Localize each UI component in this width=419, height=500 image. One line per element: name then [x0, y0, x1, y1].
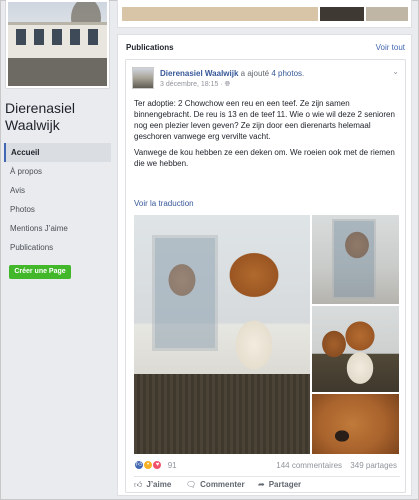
- like-button[interactable]: 👍︎ J’aime: [134, 480, 171, 490]
- reactions-summary[interactable]: 👍︎ • ♥ 91: [134, 460, 177, 472]
- post-card: Dierenasiel Waalwijk a ajouté 4 photos. …: [125, 59, 406, 493]
- publications-panel: Publications Voir tout Dierenasiel Waalw…: [117, 34, 412, 496]
- photo-thumb[interactable]: [366, 7, 408, 21]
- comment-icon: 🗨︎: [186, 480, 197, 489]
- share-button[interactable]: ➦ Partager: [258, 480, 301, 489]
- nav-item-a-propos[interactable]: À propos: [4, 162, 111, 181]
- post-paragraph: Vanwege de kou hebben ze een deken om. W…: [134, 148, 395, 168]
- see-translation-link[interactable]: Voir la traduction: [134, 199, 194, 208]
- divider: [134, 476, 400, 477]
- love-reaction-icon: ♥: [152, 460, 163, 470]
- engagement-counts: 144 commentaires 349 partages: [276, 461, 397, 470]
- post-action-text: a ajouté: [240, 69, 270, 78]
- photos-strip: [117, 0, 412, 28]
- create-page-button[interactable]: Créer une Page: [9, 265, 71, 279]
- left-sidebar: Dierenasiel Waalwijk Accueil À propos Av…: [0, 0, 119, 500]
- profile-photo[interactable]: [6, 0, 109, 88]
- comment-button[interactable]: 🗨︎ Commenter: [186, 480, 245, 489]
- photo-window: [34, 29, 44, 45]
- post-text: Ter adoptie: 2 Chowchow een reu en een t…: [134, 98, 400, 174]
- post-timestamp[interactable]: 3 décembre, 18:15 ·: [160, 81, 223, 88]
- photo-door: [332, 219, 376, 299]
- nav-item-photos[interactable]: Photos: [4, 200, 111, 219]
- post-header: Dierenasiel Waalwijk a ajouté 4 photos.: [160, 69, 304, 78]
- photo-pavement: [8, 58, 107, 86]
- photo-window: [16, 29, 26, 45]
- post-photo-2[interactable]: [312, 215, 399, 304]
- post-photo-4[interactable]: [312, 394, 399, 454]
- thumbs-up-icon: 👍︎: [134, 480, 143, 489]
- shares-count-link[interactable]: 349 partages: [350, 461, 397, 470]
- globe-icon: 🌐︎: [224, 81, 231, 88]
- photo-door: [152, 235, 218, 351]
- post-photos-link[interactable]: 4 photos: [271, 69, 302, 78]
- share-label: Partager: [268, 480, 302, 489]
- share-icon: ➦: [258, 480, 265, 489]
- reaction-count: 91: [167, 460, 177, 470]
- page-nav: Accueil À propos Avis Photos Mentions J’…: [4, 143, 111, 257]
- photo-window: [52, 29, 62, 45]
- post-meta: 3 décembre, 18:15 · 🌐︎: [160, 81, 230, 89]
- nav-item-accueil[interactable]: Accueil: [4, 143, 111, 162]
- comment-label: Commenter: [200, 480, 245, 489]
- post-options-chevron-icon[interactable]: ⌄: [392, 67, 399, 76]
- comments-count-link[interactable]: 144 commentaires: [276, 461, 342, 470]
- nav-item-publications[interactable]: Publications: [4, 238, 111, 257]
- nav-item-mentions-jaime[interactable]: Mentions J’aime: [4, 219, 111, 238]
- photo-thumb[interactable]: [122, 7, 318, 21]
- page-title[interactable]: Dierenasiel Waalwijk: [5, 100, 115, 134]
- post-avatar[interactable]: [132, 67, 154, 89]
- like-label: J’aime: [146, 480, 172, 489]
- post-action-end: .: [302, 69, 305, 78]
- post-author-link[interactable]: Dierenasiel Waalwijk: [160, 69, 238, 78]
- post-photo-3[interactable]: [312, 306, 399, 392]
- post-photo-main[interactable]: [134, 215, 310, 454]
- post-actions: 👍︎ J’aime 🗨︎ Commenter ➦ Partager: [134, 480, 400, 492]
- photo-window: [88, 29, 98, 45]
- post-paragraph: Ter adoptie: 2 Chowchow een reu en een t…: [134, 99, 395, 141]
- nav-item-avis[interactable]: Avis: [4, 181, 111, 200]
- publications-title: Publications: [126, 43, 174, 52]
- see-all-link[interactable]: Voir tout: [376, 43, 405, 52]
- photo-window: [70, 29, 80, 45]
- photo-blanket: [134, 374, 310, 454]
- photo-thumb[interactable]: [320, 7, 364, 21]
